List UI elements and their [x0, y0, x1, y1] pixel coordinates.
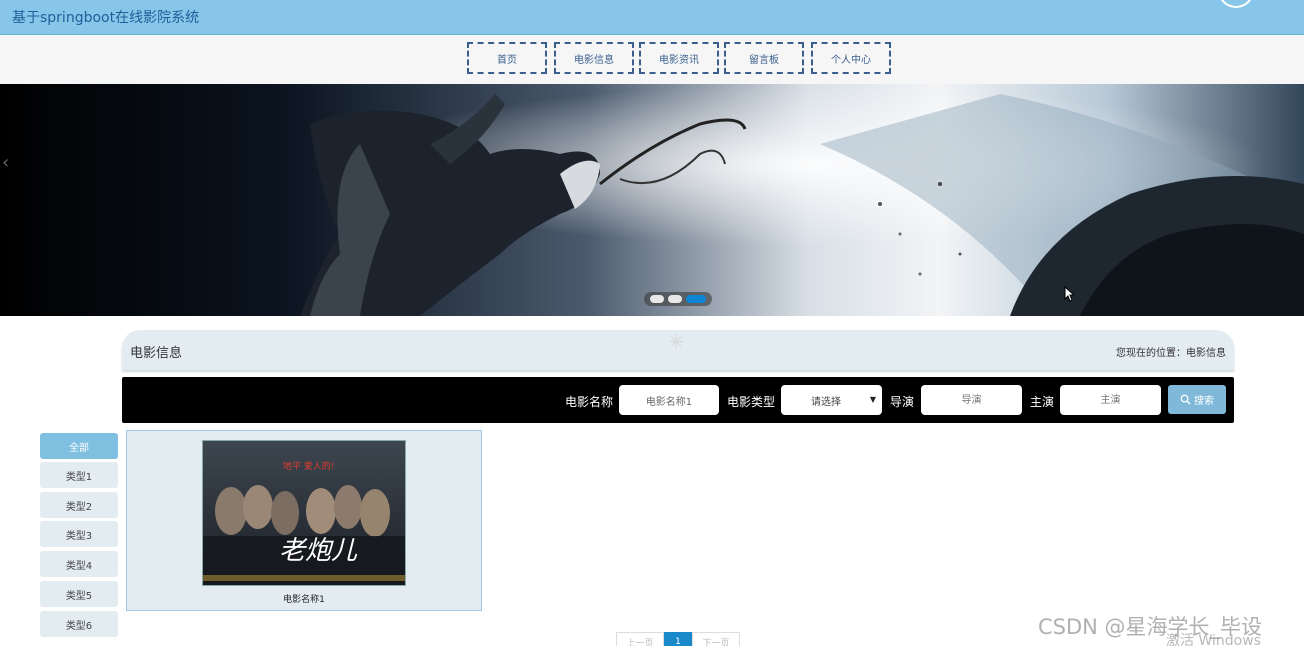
banner-image — [0, 84, 1304, 316]
carousel-dot[interactable] — [650, 295, 664, 303]
category-item-type6[interactable]: 类型6 — [40, 611, 118, 637]
poster-tagline: 地平 爱人的! — [283, 460, 334, 472]
nav-item-personal-center[interactable]: 个人中心 — [811, 42, 891, 74]
pagination-next[interactable]: 下一页 — [692, 632, 740, 646]
nav-item-home[interactable]: 首页 — [467, 42, 547, 74]
page-header-panel: 电影信息 ✳ 您现在的位置：电影信息 — [122, 330, 1234, 370]
carousel-prev-icon[interactable]: ‹ — [2, 152, 9, 173]
search-button-label: 搜索 — [1194, 396, 1214, 407]
banner-carousel[interactable]: ‹ — [0, 84, 1304, 316]
chevron-down-icon: ▼ — [869, 395, 876, 404]
movie-name[interactable]: 电影名称1 — [127, 592, 481, 605]
pagination-prev[interactable]: 上一页 — [616, 632, 664, 646]
category-item-type3[interactable]: 类型3 — [40, 521, 118, 547]
movie-card[interactable]: 地平 爱人的! 老炮儿 电影名称1 — [126, 430, 482, 611]
poster-title: 老炮儿 — [279, 536, 358, 566]
movie-type-label: 电影类型 — [727, 395, 776, 409]
main-nav: 首页 电影信息 电影资讯 留言板 个人中心 — [0, 35, 1304, 84]
site-title: 基于springboot在线影院系统 — [12, 10, 200, 26]
category-item-all[interactable]: 全部 — [40, 433, 118, 459]
nav-item-movie-news[interactable]: 电影资讯 — [639, 42, 719, 74]
actor-label: 主演 — [1030, 395, 1055, 409]
carousel-indicators — [644, 292, 712, 306]
top-header: 基于springboot在线影院系统 — [0, 0, 1304, 35]
breadcrumb: 您现在的位置：电影信息 — [1116, 348, 1226, 359]
loading-spinner-icon: ✳ — [668, 330, 685, 354]
movie-type-select[interactable]: 请选择 ▼ — [781, 385, 882, 415]
pagination-current-page[interactable]: 1 — [664, 632, 692, 646]
movie-name-input[interactable] — [619, 385, 719, 415]
category-item-type4[interactable]: 类型4 — [40, 551, 118, 577]
windows-activation-watermark: 激活 Windows — [1166, 633, 1261, 646]
mouse-cursor-icon — [1064, 286, 1074, 302]
carousel-dot[interactable] — [668, 295, 682, 303]
movie-poster[interactable]: 地平 爱人的! 老炮儿 — [202, 440, 406, 586]
movie-type-selected: 请选择 — [811, 396, 841, 408]
carousel-dot-active[interactable] — [686, 295, 706, 303]
category-item-type5[interactable]: 类型5 — [40, 581, 118, 607]
actor-input[interactable] — [1060, 385, 1161, 415]
search-bar: 电影名称 电影类型 请选择 ▼ 导演 主演 搜索 — [122, 377, 1234, 423]
director-label: 导演 — [890, 395, 915, 409]
avatar[interactable] — [1218, 0, 1254, 8]
page-title: 电影信息 — [130, 346, 183, 361]
director-input[interactable] — [921, 385, 1022, 415]
category-item-type1[interactable]: 类型1 — [40, 462, 118, 488]
nav-item-movie-info[interactable]: 电影信息 — [554, 42, 634, 74]
movie-name-label: 电影名称 — [565, 395, 614, 409]
poster-image: 地平 爱人的! 老炮儿 — [203, 441, 405, 585]
nav-item-message-board[interactable]: 留言板 — [724, 42, 804, 74]
category-item-type2[interactable]: 类型2 — [40, 492, 118, 518]
search-button[interactable]: 搜索 — [1168, 385, 1226, 414]
search-icon — [1180, 394, 1191, 405]
